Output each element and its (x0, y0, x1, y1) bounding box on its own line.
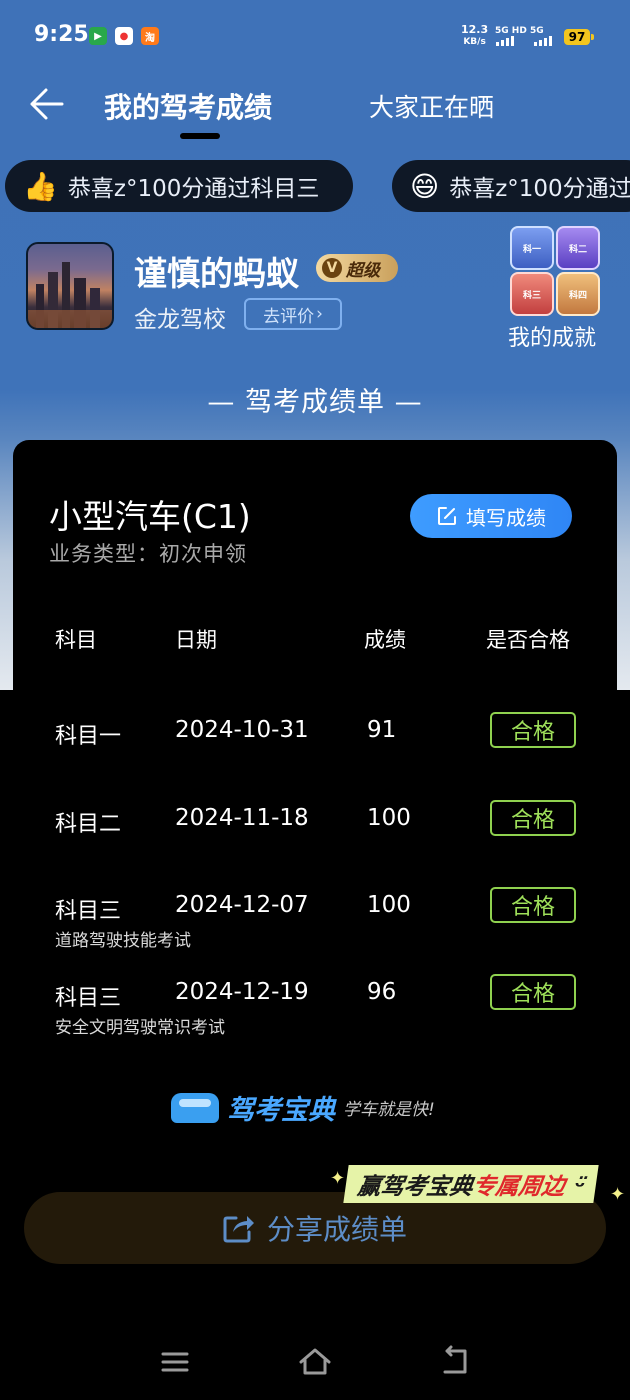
smile-face-icon: ᵕ̈ (562, 1174, 586, 1200)
section-title: — 驾考成绩单 — (207, 387, 423, 418)
row-note: 道路驾驶技能考试 (55, 931, 191, 951)
status-time: 9:25 (34, 22, 89, 47)
network-speed: 12.3 KB/s (461, 24, 488, 48)
tab-my-scores[interactable]: 我的驾考成绩 (104, 86, 272, 126)
sim2-signal-icon (534, 36, 552, 46)
vip-v-icon: V (322, 258, 342, 278)
promo-text-part2: 专属周边 (470, 1174, 567, 1200)
menu-icon (161, 1352, 189, 1372)
fill-scores-label: 填写成绩 (466, 505, 546, 530)
pass-badge: 合格 (490, 800, 576, 836)
avatar[interactable] (26, 242, 114, 330)
subject3-badge-icon: 科三 (510, 272, 554, 316)
brand-logo: 驾考宝典 学车就是快! (171, 1088, 435, 1127)
network-speed-unit: KB/s (463, 37, 486, 47)
vip-label: 超级 (346, 260, 380, 281)
subject2-badge-icon: 科二 (556, 226, 600, 270)
return-icon (443, 1345, 467, 1374)
shop-notification-icon: 淘 (141, 27, 159, 45)
brand-name: 驾考宝典 (227, 1095, 335, 1126)
review-button[interactable]: 去评价 › (244, 298, 342, 330)
review-label: 去评价 (263, 306, 315, 327)
row-score: 96 (367, 979, 397, 1005)
row-score: 100 (367, 892, 411, 918)
back-button[interactable] (26, 82, 70, 126)
business-type: 业务类型：初次申领 (49, 542, 247, 566)
congrats-pill[interactable]: 👍 恭喜z°100分通过科目三 (5, 160, 353, 212)
row-date: 2024-12-19 (175, 979, 309, 1005)
row-date: 2024-10-31 (175, 717, 309, 743)
fill-scores-button[interactable]: 填写成绩 (410, 494, 572, 538)
congrats-pill[interactable]: 😄 恭喜z°100分通过科目三 (392, 160, 630, 212)
column-header-pass: 是否合格 (486, 628, 570, 652)
score-card: 小型汽车(C1) 业务类型：初次申领 填写成绩 科目 日期 成绩 是否合格 科目… (13, 440, 617, 1160)
achievements-label[interactable]: 我的成就 (508, 320, 596, 352)
username: 谨慎的蚂蚁 (134, 254, 299, 293)
row-subject: 科目二 (55, 812, 122, 837)
chevron-right-icon: › (316, 304, 323, 324)
tab-everyone-sharing[interactable]: 大家正在晒 (369, 88, 494, 124)
row-subject: 科目一 (55, 724, 122, 749)
row-subject: 科目三 (55, 899, 122, 924)
brand-slogan: 学车就是快! (343, 1100, 435, 1120)
row-date: 2024-11-18 (175, 805, 309, 831)
map-notification-icon: ● (115, 27, 133, 45)
row-date: 2024-12-07 (175, 892, 309, 918)
promo-text-part1: 赢驾考宝典 (355, 1174, 475, 1200)
column-header-subject: 科目 (55, 628, 97, 652)
sparkle-icon: ✦ (330, 1168, 346, 1189)
share-label: 分享成绩单 (266, 1213, 407, 1246)
sim2-label: 5G (530, 26, 544, 36)
battery-tip (591, 34, 594, 40)
column-header-date: 日期 (175, 628, 217, 652)
edit-icon (438, 507, 456, 525)
vip-badge[interactable]: V 超级 (316, 254, 398, 282)
network-speed-value: 12.3 (461, 23, 489, 36)
city-skyline-image (28, 262, 112, 328)
row-score: 100 (367, 805, 411, 831)
row-subject: 科目三 (55, 986, 122, 1011)
home-icon (299, 1348, 331, 1375)
driving-school-name: 金龙驾校 (134, 307, 226, 333)
car-logo-icon (171, 1092, 219, 1123)
thumbs-up-icon: 👍 (23, 169, 58, 203)
status-bar: 9:25 ▶ ● 淘 12.3 KB/s 5G HD 5G 97 (0, 0, 630, 76)
subject1-badge-icon: 科一 (510, 226, 554, 270)
share-icon (223, 1216, 254, 1243)
subject4-badge-icon: 科四 (556, 272, 600, 316)
home-button[interactable] (295, 1342, 335, 1382)
return-button[interactable] (435, 1342, 475, 1382)
menu-button[interactable] (155, 1342, 195, 1382)
row-note: 安全文明驾驶常识考试 (55, 1018, 225, 1038)
app-notification-icon: ▶ (89, 27, 107, 45)
sim1-signal-icon (496, 36, 514, 46)
promo-banner[interactable]: 赢驾考宝典专属周边 ᵕ̈ (343, 1165, 630, 1203)
pass-badge: 合格 (490, 887, 576, 923)
pass-badge: 合格 (490, 712, 576, 748)
tab-active-indicator (180, 133, 220, 139)
pass-badge: 合格 (490, 974, 576, 1010)
promo-text: 赢驾考宝典专属周边 ᵕ̈ (343, 1165, 599, 1203)
car-type: 小型汽车(C1) (49, 497, 251, 536)
congrats-text: 恭喜z°100分通过科目三 (449, 176, 630, 202)
column-header-score: 成绩 (364, 628, 406, 652)
back-arrow-icon (30, 88, 64, 120)
smile-icon: 😄 (410, 169, 440, 203)
congrats-text: 恭喜z°100分通过科目三 (67, 176, 320, 202)
achievement-badges[interactable]: 科一 科二 科三 科四 (510, 226, 600, 316)
sim1-label: 5G HD (495, 26, 527, 36)
row-score: 91 (367, 717, 397, 743)
battery-icon: 97 (564, 29, 590, 45)
sparkle-icon: ✦ (610, 1184, 626, 1205)
